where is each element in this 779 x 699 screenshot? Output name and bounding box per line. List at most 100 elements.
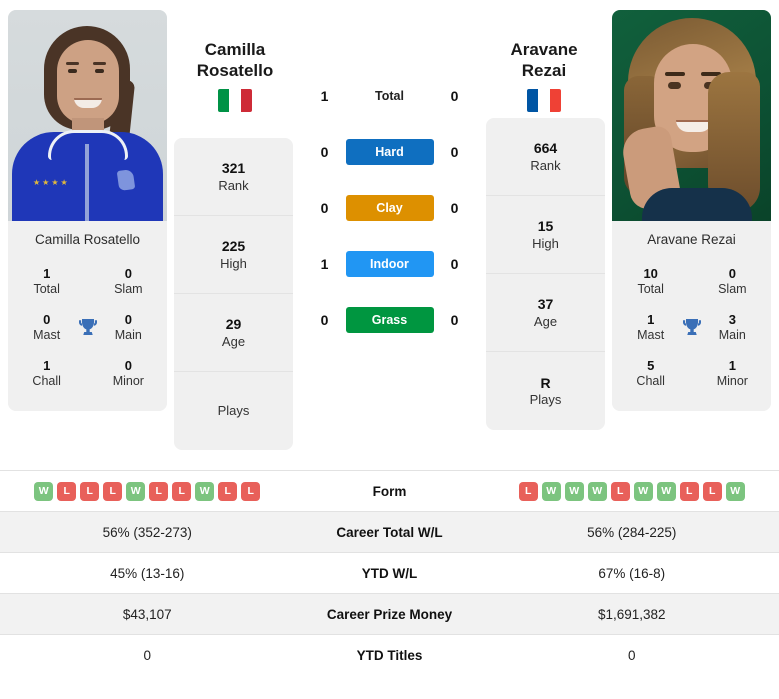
left-age-label: Age	[221, 333, 246, 349]
left-age-value: 29	[225, 316, 242, 333]
right-player-last-name: Rezai	[521, 60, 567, 80]
form-badge-l[interactable]: L	[241, 481, 261, 501]
right-ytd-titles: 0	[627, 647, 636, 663]
form-badge-w[interactable]: W	[195, 481, 215, 501]
form-badge-l[interactable]: L	[610, 481, 630, 501]
surface-grass-right-value: 0	[450, 312, 459, 328]
right-plays-label: Plays	[529, 392, 562, 408]
right-player-card[interactable]: Aravane Rezai 10 Total 0 Slam 1 Mast 3 M…	[612, 10, 771, 411]
left-ytd-wl: 45% (13-16)	[110, 565, 185, 581]
right-plays-value: R	[540, 374, 551, 391]
titles-row-total-slam: 1 Total 0 Slam	[8, 259, 167, 305]
left-titles-main: 0 Main	[104, 312, 153, 344]
titles-row-mast-main: 0 Mast 0 Main	[8, 305, 167, 351]
right-titles-chall-value: 5	[647, 357, 655, 373]
surface-clay-label-wrap: Clay	[345, 195, 434, 221]
right-player-name[interactable]: Aravane Rezai	[476, 10, 612, 81]
france-flag-icon	[527, 89, 561, 113]
left-player-photo-name: Camilla Rosatello	[8, 221, 167, 257]
left-high-cell: 225 High	[174, 216, 293, 295]
right-player-first-name: Aravane	[510, 40, 578, 59]
right-titles-main: 3 Main	[708, 312, 757, 344]
left-titles-main-value: 0	[124, 311, 132, 327]
form-badge-l[interactable]: L	[57, 481, 77, 501]
left-titles-minor: 0 Minor	[104, 358, 153, 390]
italy-flag-icon	[218, 89, 252, 113]
form-badge-w[interactable]: W	[633, 481, 653, 501]
right-titles-minor-value: 1	[728, 357, 736, 373]
titles-row-chall-minor-right: 5 Chall 1 Minor	[612, 351, 771, 397]
head-to-head-stats-table: WLLLWLLWLL Form LWWWLWWLLW 56% (352-273)…	[0, 470, 779, 676]
left-player-card[interactable]: ★★★★ Camilla Rosatello 1 Total 0 Slam 0 …	[8, 10, 167, 411]
right-age-label: Age	[533, 313, 558, 329]
right-form-strip: LWWWLWWLLW	[485, 481, 779, 501]
surface-hard-label[interactable]: Hard	[345, 139, 434, 165]
surface-grass-label[interactable]: Grass	[345, 307, 434, 333]
form-badge-w[interactable]: W	[126, 481, 146, 501]
left-rank-value: 321	[221, 160, 246, 177]
right-titles-main-value: 3	[728, 311, 736, 327]
left-titles-main-label: Main	[114, 328, 142, 343]
form-badge-w[interactable]: W	[34, 481, 54, 501]
right-player-column: Aravane Rezai 10 Total 0 Slam 1 Mast 3 M…	[612, 10, 771, 411]
form-badge-l[interactable]: L	[103, 481, 123, 501]
form-badge-l[interactable]: L	[149, 481, 169, 501]
form-badge-l[interactable]: L	[702, 481, 722, 501]
surface-indoor-label[interactable]: Indoor	[345, 251, 434, 277]
right-titles-slam-label: Slam	[718, 282, 747, 297]
left-titles-mast: 0 Mast	[22, 312, 71, 344]
surface-indoor-left-value: 1	[320, 256, 329, 272]
form-badge-l[interactable]: L	[518, 481, 538, 501]
table-row-ytd-wl: 45% (13-16) YTD W/L 67% (16-8)	[0, 552, 779, 594]
left-player-name[interactable]: Camilla Rosatello	[167, 10, 303, 81]
form-badge-w[interactable]: W	[564, 481, 584, 501]
form-badge-l[interactable]: L	[679, 481, 699, 501]
left-player-column: ★★★★ Camilla Rosatello 1 Total 0 Slam 0 …	[8, 10, 167, 411]
form-badge-l[interactable]: L	[172, 481, 192, 501]
surface-clay-left-value: 0	[320, 200, 329, 216]
right-player-titles: 10 Total 0 Slam 1 Mast 3 Main 5 Chall 1 …	[612, 257, 771, 411]
surface-hard-label-wrap: Hard	[345, 139, 434, 165]
left-plays-label: Plays	[217, 403, 250, 419]
form-badge-l[interactable]: L	[80, 481, 100, 501]
right-titles-main-label: Main	[718, 328, 746, 343]
right-titles-total-label: Total	[637, 282, 664, 297]
left-name-rank-column: Camilla Rosatello 321 Rank 225 High 29 A…	[167, 10, 303, 451]
right-plays-cell: R Plays	[486, 352, 605, 430]
left-career-total-wl: 56% (352-273)	[102, 524, 192, 540]
form-badge-w[interactable]: W	[541, 481, 561, 501]
left-titles-mast-label: Mast	[33, 328, 61, 343]
form-badge-w[interactable]: W	[656, 481, 676, 501]
right-titles-minor-label: Minor	[716, 374, 748, 388]
right-age-cell: 37 Age	[486, 274, 605, 353]
surface-grass-label-wrap: Grass	[345, 307, 434, 333]
surface-clay-label[interactable]: Clay	[345, 195, 434, 221]
right-titles-minor: 1 Minor	[708, 358, 757, 390]
form-badge-w[interactable]: W	[587, 481, 607, 501]
left-career-prize-money: $43,107	[122, 606, 172, 622]
left-rank-label: Rank	[218, 177, 249, 193]
right-career-total-wl: 56% (284-225)	[587, 524, 677, 540]
form-badge-l[interactable]: L	[218, 481, 238, 501]
left-titles-total-value: 1	[43, 266, 51, 281]
right-titles-slam-value: 0	[728, 266, 736, 281]
form-badge-w[interactable]: W	[725, 481, 745, 501]
right-titles-mast-value: 1	[647, 311, 655, 327]
right-form-cell: LWWWLWWLLW	[485, 471, 779, 512]
surface-row-total: 1 Total 0	[303, 68, 476, 124]
right-player-photo	[612, 10, 771, 221]
left-high-value: 225	[221, 238, 246, 255]
left-titles-minor-label: Minor	[112, 374, 144, 388]
left-player-titles: 1 Total 0 Slam 0 Mast 0 Main 1 Chall 0 M…	[8, 257, 167, 411]
left-age-cell: 29 Age	[174, 294, 293, 373]
left-titles-mast-value: 0	[43, 311, 51, 327]
surface-total-label: Total	[375, 89, 404, 103]
right-titles-chall-label: Chall	[636, 374, 665, 388]
left-titles-chall-label: Chall	[32, 374, 61, 388]
right-career-prize-money: $1,691,382	[597, 606, 666, 622]
table-row-career-total-wl: 56% (352-273) Career Total W/L 56% (284-…	[0, 511, 779, 553]
right-titles-chall: 5 Chall	[626, 358, 675, 390]
left-player-first-name: Camilla	[204, 40, 266, 59]
row-label-ytd-titles: YTD Titles	[356, 647, 423, 663]
player-comparison-header: ★★★★ Camilla Rosatello 1 Total 0 Slam 0 …	[0, 0, 779, 470]
